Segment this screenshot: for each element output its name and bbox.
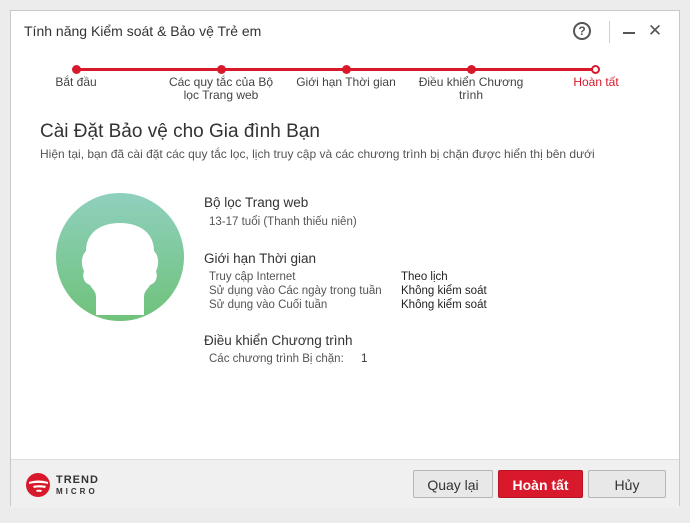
web-filter-title: Bộ lọc Trang web	[204, 195, 309, 210]
step-label-finish: Hoàn tất	[573, 75, 619, 89]
internet-access-value: Theo lịch	[401, 271, 448, 283]
time-limits-title: Giới hạn Thời gian	[204, 251, 317, 266]
logo-text-micro: MICRO	[56, 487, 98, 496]
progress-line	[76, 68, 595, 71]
close-icon[interactable]: ✕	[647, 22, 663, 40]
help-icon[interactable]: ?	[573, 22, 591, 40]
step-label-start: Bắt đầu	[55, 75, 97, 89]
step-dot-program-control	[467, 65, 476, 74]
step-dot-finish	[591, 65, 600, 74]
trend-micro-logo-icon	[26, 473, 50, 497]
blocked-programs-count: 1	[361, 353, 368, 365]
web-filter-value: 13-17 tuổi (Thanh thiếu niên)	[209, 216, 357, 228]
page-subtitle: Hiện tại, bạn đã cài đặt các quy tắc lọc…	[40, 147, 595, 161]
page-title: Cài Đặt Bảo vệ cho Gia đình Bạn	[40, 121, 320, 142]
footer-bar: TREND MICRO Quay lại Hoàn tất Hủy	[11, 459, 679, 508]
child-avatar-icon	[56, 193, 184, 321]
step-label-program-control: Điều khiển Chương trình	[418, 75, 524, 102]
weekend-usage-value: Không kiểm soát	[401, 299, 487, 311]
cancel-button[interactable]: Hủy	[588, 470, 666, 498]
weekday-usage-label: Sử dụng vào Các ngày trong tuần	[209, 285, 382, 297]
step-label-time-limits: Giới hạn Thời gian	[296, 75, 396, 89]
logo-text-trend: TREND	[56, 474, 99, 486]
dialog-window: Tính năng Kiểm soát & Bảo vệ Trẻ em ? ✕ …	[10, 10, 680, 508]
window-title: Tính năng Kiểm soát & Bảo vệ Trẻ em	[24, 23, 262, 39]
weekend-usage-label: Sử dụng vào Cuối tuần	[209, 299, 328, 311]
blocked-programs-label: Các chương trình Bị chặn:	[209, 353, 344, 365]
step-dot-start	[72, 65, 81, 74]
program-control-title: Điều khiển Chương trình	[204, 333, 353, 348]
step-dot-time-limits	[342, 65, 351, 74]
trend-micro-logo: TREND MICRO	[26, 471, 111, 501]
back-button[interactable]: Quay lại	[413, 470, 493, 498]
wizard-steps: Bắt đầu Các quy tắc của Bộ lọc Trang web…	[11, 55, 679, 105]
title-bar: Tính năng Kiểm soát & Bảo vệ Trẻ em ? ✕	[11, 11, 679, 55]
step-dot-web-filter	[217, 65, 226, 74]
step-label-web-filter: Các quy tắc của Bộ lọc Trang web	[168, 75, 274, 102]
minimize-icon[interactable]	[623, 32, 635, 34]
title-separator	[609, 21, 610, 43]
weekday-usage-value: Không kiểm soát	[401, 285, 487, 297]
finish-button[interactable]: Hoàn tất	[498, 470, 583, 498]
internet-access-label: Truy cập Internet	[209, 271, 296, 283]
